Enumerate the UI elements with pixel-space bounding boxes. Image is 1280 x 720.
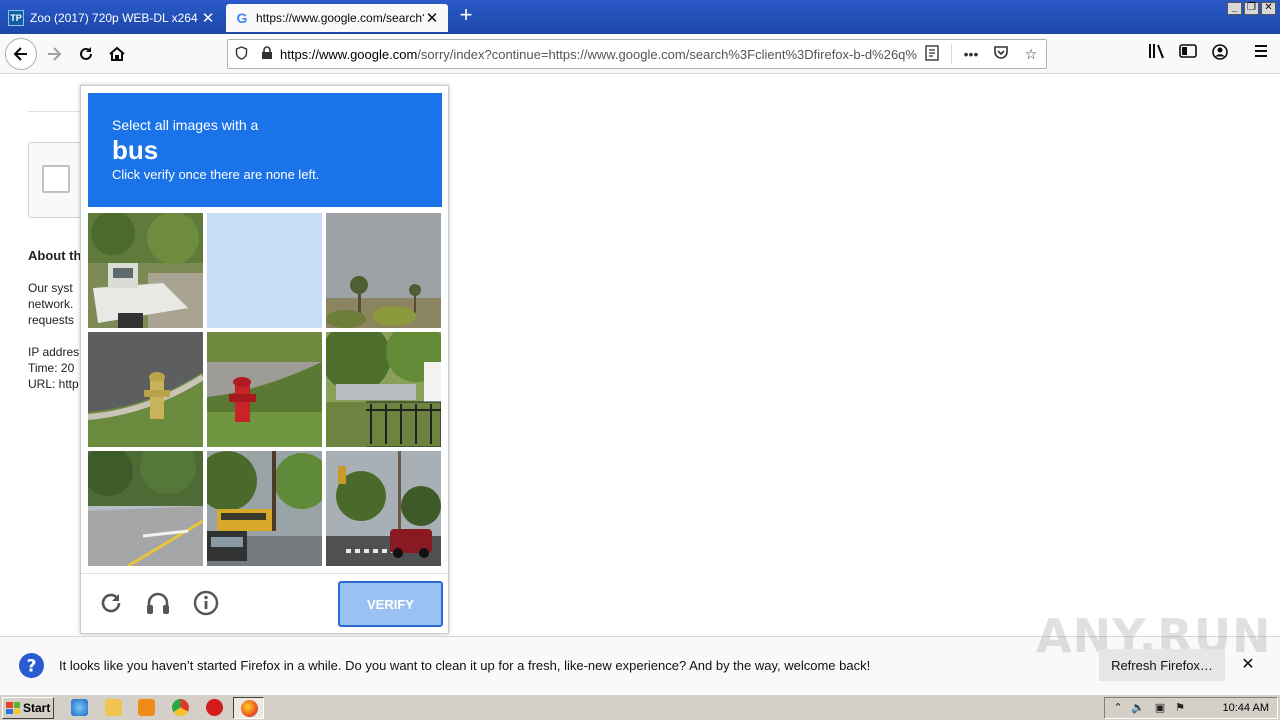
- url-host: https://www.google.com: [280, 46, 418, 62]
- sidebar-icon[interactable]: [1177, 43, 1199, 65]
- start-button[interactable]: Start: [2, 697, 54, 719]
- tile-street-trees[interactable]: [326, 332, 441, 447]
- tray-expand-icon[interactable]: ⌃: [1111, 701, 1125, 715]
- captcha-dialog: Select all images with a bus Click verif…: [80, 85, 449, 634]
- notification-bar: ANY.RUN ? It looks like you haven’t star…: [0, 609, 1280, 694]
- new-tab-icon[interactable]: +: [455, 4, 477, 27]
- captcha-header: Select all images with a bus Click verif…: [88, 93, 442, 207]
- verify-button[interactable]: VERIFY: [338, 581, 443, 627]
- audio-challenge-icon[interactable]: [143, 588, 173, 618]
- recaptcha-widget: [28, 142, 88, 218]
- tab-zoo[interactable]: TP Zoo (2017) 720p WEB-DL x264 ESub ✕: [0, 4, 224, 32]
- svg-text:?: ?: [27, 657, 37, 677]
- about-line: requests: [28, 313, 75, 327]
- shield-icon[interactable]: [228, 45, 254, 63]
- tile-school-bus[interactable]: [207, 451, 322, 566]
- library-icon[interactable]: [1146, 43, 1168, 65]
- meta-line: URL: http: [28, 377, 79, 391]
- pocket-icon[interactable]: [986, 45, 1016, 63]
- windows-logo-icon: [6, 702, 20, 714]
- close-tab-icon[interactable]: ✕: [424, 9, 440, 27]
- firefox-taskbar-button[interactable]: [233, 697, 264, 719]
- tab-strip: TP Zoo (2017) 720p WEB-DL x264 ESub ✕ G …: [0, 0, 1280, 34]
- captcha-image-grid: [88, 213, 442, 567]
- tile-yellow-hydrant[interactable]: [88, 332, 203, 447]
- url-path: /sorry/index?continue=https://www.google…: [417, 46, 917, 62]
- meta-line: Time: 20: [28, 361, 75, 375]
- clock: 10:44 AM: [1222, 702, 1269, 714]
- about-line: network.: [28, 297, 74, 311]
- close-window-icon[interactable]: ✕: [1261, 2, 1276, 15]
- recaptcha-checkbox[interactable]: [42, 165, 70, 193]
- reader-view-icon[interactable]: [917, 44, 947, 64]
- network-icon[interactable]: ▣: [1153, 701, 1167, 715]
- captcha-instruction: Select all images with a: [112, 117, 259, 133]
- url-bar[interactable]: https://www.google.com/sorry/index?conti…: [227, 39, 1047, 69]
- windows-taskbar: Start ⌃ 🔈 ▣ ⚑ 10:44 AM: [0, 694, 1280, 720]
- account-icon[interactable]: [1209, 43, 1231, 65]
- url-text[interactable]: https://www.google.com/sorry/index?conti…: [280, 47, 917, 62]
- restore-icon[interactable]: ❐: [1244, 2, 1259, 15]
- tab-title: https://www.google.com/search?q=: [256, 11, 424, 25]
- bookmark-star-icon[interactable]: ☆: [1016, 46, 1046, 63]
- close-tab-icon[interactable]: ✕: [200, 9, 216, 27]
- window-controls: _ ❐ ✕: [1227, 2, 1276, 15]
- info-icon[interactable]: [191, 588, 221, 618]
- home-icon[interactable]: [102, 39, 132, 69]
- opera-icon[interactable]: [206, 699, 223, 716]
- chrome-icon[interactable]: [172, 699, 189, 716]
- meta-line: IP addres: [28, 345, 80, 359]
- tile-boat[interactable]: [88, 213, 203, 328]
- about-section: About th Our syst network. requests IP a…: [28, 248, 88, 392]
- torrent-favicon-icon: TP: [8, 10, 24, 26]
- menu-icon[interactable]: [1250, 43, 1272, 65]
- notification-message: It looks like you haven’t started Firefo…: [59, 658, 871, 673]
- about-heading: About th: [28, 248, 82, 263]
- forward-icon[interactable]: [39, 39, 69, 69]
- system-tray: ⌃ 🔈 ▣ ⚑ 10:44 AM: [1104, 697, 1278, 719]
- tile-palm-trees[interactable]: [326, 213, 441, 328]
- google-favicon-icon: G: [236, 10, 248, 26]
- internet-explorer-icon[interactable]: [71, 699, 88, 716]
- start-label: Start: [23, 701, 51, 715]
- refresh-firefox-button[interactable]: Refresh Firefox…: [1099, 649, 1225, 681]
- url-separator: [951, 44, 952, 64]
- media-player-icon[interactable]: [138, 699, 155, 716]
- tab-google[interactable]: G https://www.google.com/search?q= ✕: [226, 4, 448, 32]
- about-line: Our syst: [28, 281, 73, 295]
- firefox-icon: [241, 700, 258, 717]
- reload-icon[interactable]: [71, 39, 101, 69]
- close-icon[interactable]: ✕: [1238, 655, 1258, 675]
- back-icon[interactable]: [5, 38, 37, 70]
- lock-icon[interactable]: [254, 45, 280, 63]
- navigation-toolbar: https://www.google.com/sorry/index?conti…: [0, 34, 1280, 74]
- captcha-target-object: bus: [112, 135, 159, 165]
- divider: [28, 111, 88, 112]
- page-actions-icon[interactable]: •••: [956, 46, 986, 62]
- tab-title: Zoo (2017) 720p WEB-DL x264 ESub: [30, 11, 200, 25]
- question-icon: ?: [18, 652, 45, 679]
- tile-blank[interactable]: [207, 213, 322, 328]
- action-center-flag-icon[interactable]: ⚑: [1173, 701, 1187, 715]
- reload-challenge-icon[interactable]: [96, 588, 126, 618]
- minimize-icon[interactable]: _: [1227, 2, 1242, 15]
- captcha-hint: Click verify once there are none left.: [112, 167, 320, 182]
- tile-red-hydrant[interactable]: [207, 332, 322, 447]
- captcha-footer: VERIFY: [81, 573, 448, 633]
- volume-icon[interactable]: 🔈: [1131, 701, 1145, 715]
- tile-road[interactable]: [88, 451, 203, 566]
- tile-intersection[interactable]: [326, 451, 441, 566]
- folder-icon[interactable]: [105, 699, 122, 716]
